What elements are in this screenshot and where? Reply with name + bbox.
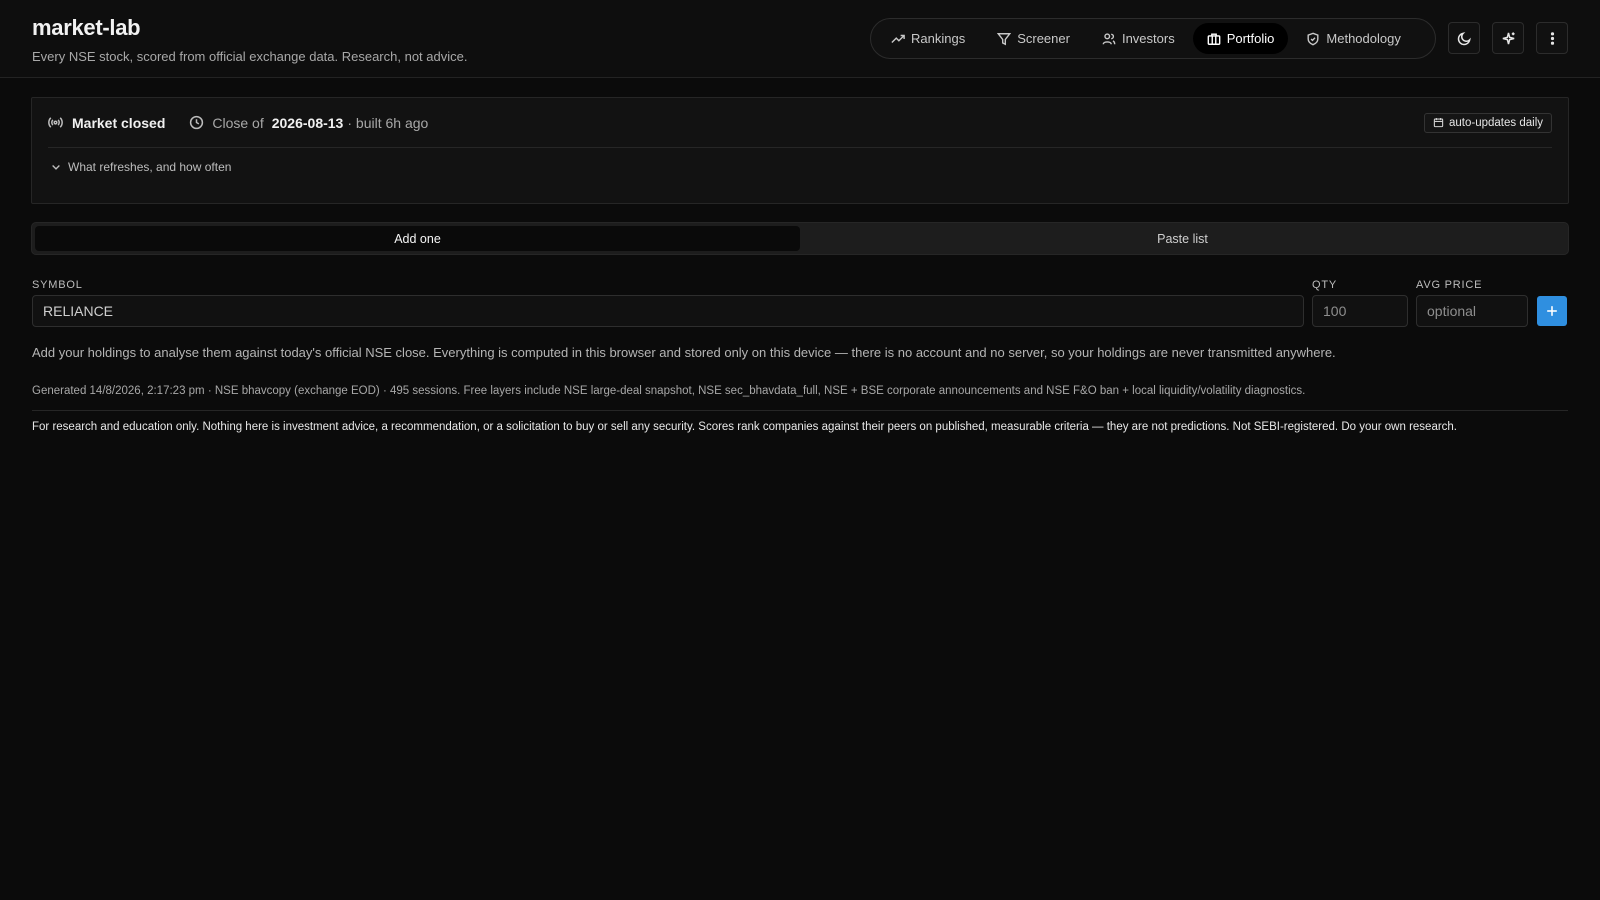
refresh-details-toggle[interactable]: What refreshes, and how often [50, 160, 231, 174]
briefcase-icon [1207, 32, 1221, 45]
more-menu-button[interactable] [1536, 22, 1568, 54]
tab-add-one[interactable]: Add one [35, 226, 800, 251]
app-subtitle: Every NSE stock, scored from official ex… [32, 49, 468, 64]
generated-info: Generated 14/8/2026, 2:17:23 pm · NSE bh… [32, 385, 1306, 397]
symbol-input[interactable] [32, 295, 1304, 327]
add-holding-button[interactable] [1537, 296, 1567, 326]
main-nav: Rankings Screener Investors Portfolio Me… [870, 18, 1436, 59]
close-info: Close of 2026-08-13 · built 6h ago [189, 115, 428, 131]
more-vertical-icon [1550, 31, 1554, 45]
nav-item-investors[interactable]: Investors [1088, 23, 1189, 54]
tab-paste-list[interactable]: Paste list [800, 226, 1565, 251]
clock-icon [190, 115, 204, 130]
shield-icon [1307, 32, 1319, 45]
divider [32, 410, 1568, 411]
market-status: Market closed [48, 115, 165, 131]
refresh-details-label: What refreshes, and how often [68, 160, 232, 174]
avg-price-label: AVG PRICE [1416, 279, 1483, 291]
close-date: 2026-08-13 [271, 114, 344, 131]
entry-mode-tabs: Add one Paste list [31, 222, 1569, 255]
qty-input[interactable] [1312, 295, 1408, 327]
users-icon [1102, 32, 1116, 44]
privacy-info: Add your holdings to analyse them agains… [32, 345, 1336, 360]
close-prefix: Close of [212, 114, 264, 131]
nav-item-screener[interactable]: Screener [983, 23, 1084, 54]
symbol-label: SYMBOL [32, 279, 83, 291]
auto-updates-badge: auto-updates daily [1424, 112, 1552, 133]
nav-item-label: Methodology [1326, 31, 1401, 46]
calendar-icon [1433, 118, 1444, 128]
status-row: Market closed Close of 2026-08-13 · buil… [48, 98, 1552, 148]
plus-icon [1547, 306, 1557, 316]
brand: market-lab Every NSE stock, scored from … [32, 15, 467, 64]
trending-up-icon [891, 34, 905, 43]
app-header: market-lab Every NSE stock, scored from … [0, 0, 1600, 78]
nav-item-label: Portfolio [1226, 31, 1275, 46]
chevron-down-icon [52, 165, 60, 170]
sparkles-icon [1502, 31, 1515, 44]
market-status-label: Market closed [72, 114, 166, 131]
moon-icon [1457, 31, 1471, 45]
nav-item-rankings[interactable]: Rankings [877, 23, 979, 54]
market-status-card: Market closed Close of 2026-08-13 · buil… [31, 97, 1569, 204]
qty-label: QTY [1312, 279, 1338, 291]
nav-item-portfolio[interactable]: Portfolio [1192, 23, 1289, 54]
filter-icon [997, 32, 1012, 45]
avg-price-input[interactable] [1416, 295, 1528, 327]
app-title: market-lab [32, 15, 141, 40]
nav-item-label: Screener [1017, 31, 1070, 46]
nav-item-methodology[interactable]: Methodology [1292, 23, 1414, 54]
nav-item-label: Rankings [911, 31, 966, 46]
nav-item-label: Investors [1121, 31, 1175, 46]
auto-updates-label: auto-updates daily [1449, 116, 1543, 129]
built-time: · built 6h ago [347, 114, 429, 131]
disclaimer: For research and education only. Nothing… [32, 421, 1458, 433]
theme-toggle-button[interactable] [1448, 22, 1480, 54]
effects-button[interactable] [1492, 22, 1524, 54]
broadcast-icon [48, 117, 63, 128]
